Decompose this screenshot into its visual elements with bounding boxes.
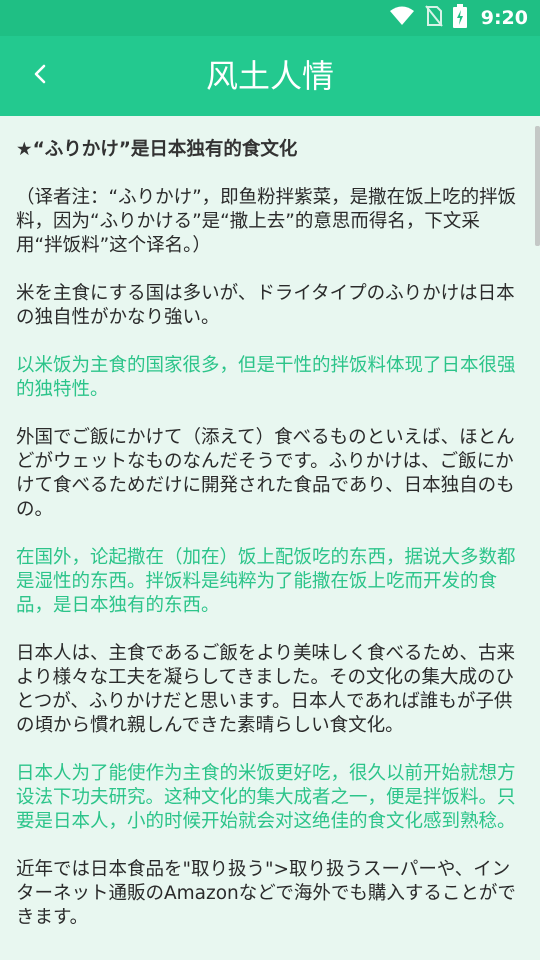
chevron-left-icon: [32, 63, 48, 89]
paragraph-jp: 外国でご飯にかけて（添えて）食べるものといえば、ほとんどがウェットなものなんだそ…: [16, 427, 515, 520]
no-sim-icon: [424, 5, 443, 31]
paragraph-jp: 日本人は、主食であるご飯をより美味しく食べるため、古来より様々な工夫を凝らしてき…: [16, 643, 515, 736]
scrollbar[interactable]: [535, 126, 540, 246]
app-bar: 风土人情: [0, 36, 540, 116]
back-button[interactable]: [22, 58, 58, 94]
paragraph-cn: 在国外，论起撒在（加在）饭上配饭吃的东西，据说大多数都是湿性的东西。拌饭料是纯粹…: [16, 547, 516, 616]
paragraph-cn: 以米饭为主食的国家很多，但是干性的拌饭料体现了日本很强的独特性。: [16, 355, 516, 400]
page-title: 风土人情: [205, 57, 334, 95]
status-bar: 9:20: [0, 0, 540, 36]
paragraph-cn: 日本人为了能使作为主食的米饭更好吃，很久以前开始就想方设法下功夫研究。这种文化的…: [16, 763, 516, 832]
paragraph-jp: （译者注：“ふりかけ”，即鱼粉拌紫菜，是撒在饭上吃的拌饭料，因为“ふりかける”是…: [16, 187, 517, 256]
status-icons: 9:20: [389, 0, 528, 36]
battery-charging-icon: [452, 4, 467, 32]
paragraph-jp: 米を主食にする国は多いが、ドライタイプのふりかけは日本の独自性がかなり強い。: [16, 283, 515, 328]
status-time: 9:20: [480, 7, 528, 29]
paragraph-jp: 近年では日本食品を"取り扱う">取り扱うスーパーや、インターネット通販のAmaz…: [16, 859, 516, 928]
article-heading: ★“ふりかけ”是日本独有的食文化: [16, 139, 298, 160]
article: ★“ふりかけ”是日本独有的食文化 （译者注：“ふりかけ”，即鱼粉拌紫菜，是撒在饭…: [0, 116, 540, 930]
wifi-icon: [389, 6, 415, 30]
article-scroll-area[interactable]: ★“ふりかけ”是日本独有的食文化 （译者注：“ふりかけ”，即鱼粉拌紫菜，是撒在饭…: [0, 116, 540, 960]
